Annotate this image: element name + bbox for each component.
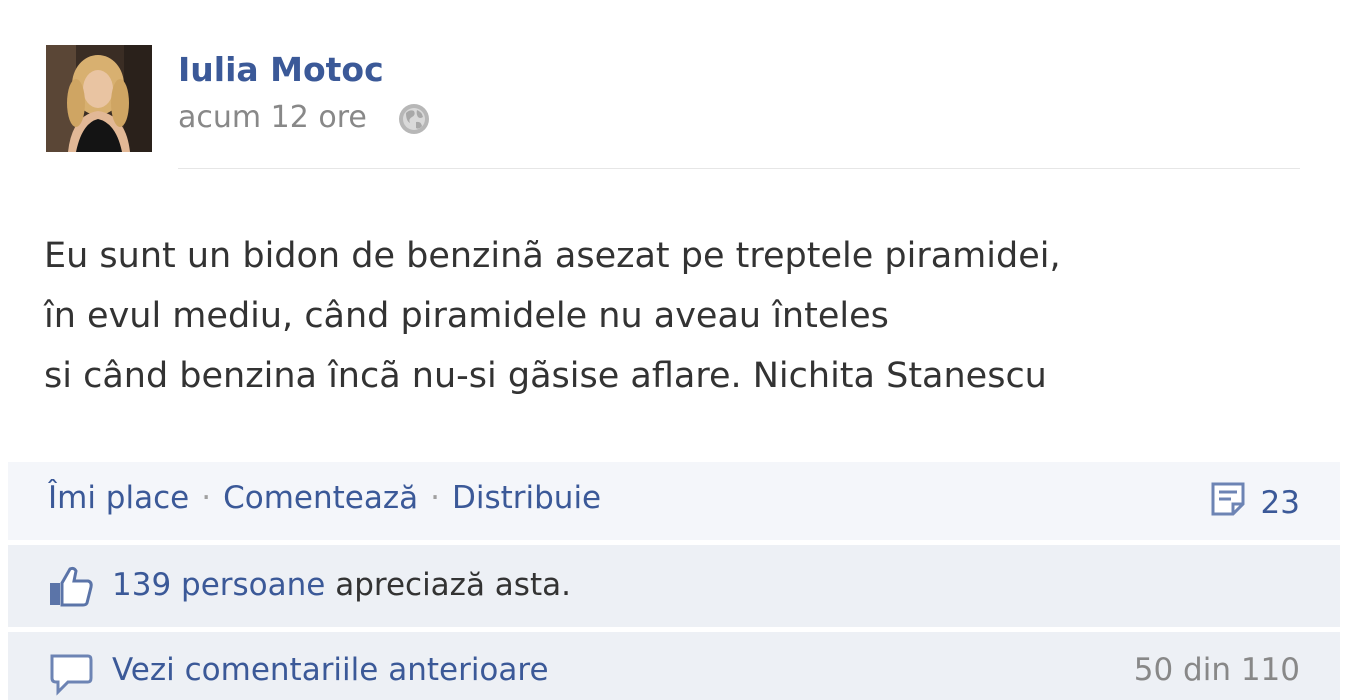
view-previous-comments-link[interactable]: Vezi comentariile anterioare [112, 652, 549, 688]
likes-suffix: apreciază asta. [325, 567, 571, 603]
comment-count-icon [1209, 480, 1247, 526]
post-message: Eu sunt un bidon de benzinã asezat pe tr… [44, 226, 1061, 406]
likes-summary: 139 persoane apreciază asta. [8, 545, 1340, 627]
share-link[interactable]: Distribuie [452, 480, 601, 516]
facebook-post: Iulia Motoc acum 12 ore Eu sunt un bidon… [0, 0, 1358, 700]
action-bar: Îmi place · Comentează · Distribuie 23 [8, 462, 1340, 540]
action-separator: · [201, 480, 212, 516]
globe-icon [396, 101, 432, 137]
likers-link[interactable]: 139 persoane [112, 567, 325, 603]
comment-count-link[interactable]: 23 [1209, 480, 1300, 526]
author-name[interactable]: Iulia Motoc [178, 50, 384, 89]
comment-link[interactable]: Comentează [223, 480, 418, 516]
like-link[interactable]: Îmi place [48, 480, 189, 516]
comment-count: 23 [1260, 485, 1300, 521]
thumbs-up-icon [48, 565, 94, 607]
comments-paging: 50 din 110 [1133, 652, 1300, 688]
post-message-line: si când benzina încã nu-si gãsise aflare… [44, 356, 1047, 396]
comments-pager: Vezi comentariile anterioare 50 din 110 [8, 632, 1340, 700]
likes-text: 139 persoane apreciază asta. [112, 567, 571, 603]
avatar[interactable] [46, 45, 152, 152]
header-divider [178, 168, 1300, 169]
post-message-line: în evul mediu, când piramidele nu aveau … [44, 296, 889, 336]
post-timestamp[interactable]: acum 12 ore [178, 100, 367, 135]
action-links: Îmi place · Comentează · Distribuie [48, 480, 601, 516]
action-separator: · [430, 480, 440, 516]
comment-bubble-icon [48, 652, 94, 698]
post-message-line: Eu sunt un bidon de benzinã asezat pe tr… [44, 236, 1061, 276]
